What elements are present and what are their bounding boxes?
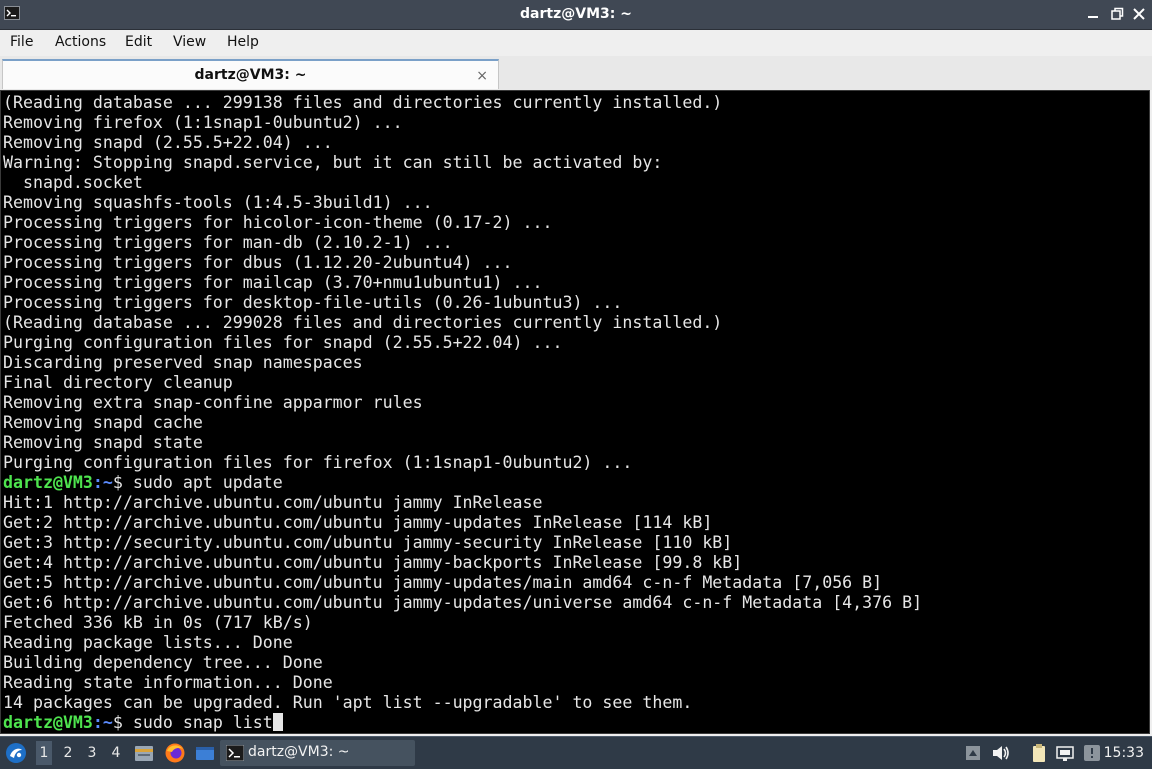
task-label: dartz@VM3: ~ xyxy=(248,744,350,760)
terminal-line: (Reading database ... 299138 files and d… xyxy=(3,93,723,112)
terminal-line: Final directory cleanup xyxy=(3,373,233,392)
menu-help[interactable]: Help xyxy=(227,34,259,50)
prompt-user: dartz@VM3 xyxy=(3,713,93,732)
notification-icon[interactable] xyxy=(1081,742,1103,764)
workspace-2[interactable]: 2 xyxy=(60,745,76,761)
terminal-line: Fetched 336 kB in 0s (717 kB/s) xyxy=(3,613,313,632)
menu-bar: File Actions Edit View Help xyxy=(0,30,1152,56)
tab-label: dartz@VM3: ~ xyxy=(194,67,307,83)
firefox-icon[interactable] xyxy=(164,742,186,764)
tab-bar: dartz@VM3: ~ × xyxy=(0,56,1152,90)
menu-edit[interactable]: Edit xyxy=(125,34,152,50)
terminal-line: Processing triggers for desktop-file-uti… xyxy=(3,293,623,312)
close-icon xyxy=(1133,8,1145,20)
terminal-text: (Reading database ... 299138 files and d… xyxy=(3,93,1133,733)
terminal-line: Building dependency tree... Done xyxy=(3,653,323,672)
terminal-line: (Reading database ... 299028 files and d… xyxy=(3,313,723,332)
taskbar: 1 2 3 4 dartz@VM3: ~ 15:33 xyxy=(0,736,1152,769)
terminal-window: dartz@VM3: ~ File Actions Edit View Help… xyxy=(0,0,1152,736)
prompt-command: sudo snap list xyxy=(132,713,273,732)
terminal-line: Processing triggers for dbus (1.12.20-2u… xyxy=(3,253,513,272)
minimize-icon xyxy=(1088,16,1098,18)
minimize-button[interactable] xyxy=(1084,5,1102,23)
volume-icon[interactable] xyxy=(990,742,1012,764)
terminal-line: Get:2 http://archive.ubuntu.com/ubuntu j… xyxy=(3,513,713,532)
network-icon[interactable] xyxy=(1054,742,1076,764)
terminal-line: Processing triggers for hicolor-icon-the… xyxy=(3,213,553,232)
tab-close-icon[interactable]: × xyxy=(476,68,488,84)
restore-icon xyxy=(1111,7,1124,20)
prompt-line: dartz@VM3:~$ sudo apt update xyxy=(3,473,1133,493)
workspace-1[interactable]: 1 xyxy=(36,741,52,765)
show-desktop-icon[interactable] xyxy=(194,742,216,764)
terminal-line: Removing firefox (1:1snap1-0ubuntu2) ... xyxy=(3,113,403,132)
workspace-3[interactable]: 3 xyxy=(84,745,100,761)
prompt-symbol: $ xyxy=(112,473,133,492)
title-bar[interactable]: dartz@VM3: ~ xyxy=(0,0,1152,30)
terminal-line: Processing triggers for man-db (2.10.2-1… xyxy=(3,233,453,252)
window-title: dartz@VM3: ~ xyxy=(520,6,632,22)
workspace-4[interactable]: 4 xyxy=(108,745,124,761)
terminal-line: Removing extra snap-confine apparmor rul… xyxy=(3,393,423,412)
lubuntu-start-icon[interactable] xyxy=(5,742,27,764)
tab-terminal[interactable]: dartz@VM3: ~ × xyxy=(2,59,499,89)
tray-arrow-icon[interactable] xyxy=(962,742,984,764)
terminal-line: snapd.socket xyxy=(3,173,143,192)
terminal-line: 14 packages can be upgraded. Run 'apt li… xyxy=(3,693,693,712)
clipboard-icon[interactable] xyxy=(1028,742,1050,764)
maximize-button[interactable] xyxy=(1108,5,1126,23)
menu-view[interactable]: View xyxy=(173,34,206,50)
terminal-scrollbar[interactable] xyxy=(1137,91,1149,733)
terminal-line: Hit:1 http://archive.ubuntu.com/ubuntu j… xyxy=(3,493,543,512)
terminal-line: Purging configuration files for firefox … xyxy=(3,453,633,472)
terminal-line: Reading state information... Done xyxy=(3,673,333,692)
clock: 15:33 xyxy=(1103,745,1144,761)
terminal-line: Removing snapd cache xyxy=(3,413,203,432)
prompt-path: :~ xyxy=(92,713,113,732)
terminal-icon xyxy=(226,745,244,761)
prompt-command: sudo apt update xyxy=(132,473,283,492)
terminal-output[interactable]: (Reading database ... 299138 files and d… xyxy=(0,90,1150,734)
terminal-line: Warning: Stopping snapd.service, but it … xyxy=(3,153,663,172)
menu-actions[interactable]: Actions xyxy=(55,34,106,50)
terminal-line: Removing snapd (2.55.5+22.04) ... xyxy=(3,133,333,152)
prompt-symbol: $ xyxy=(112,713,133,732)
prompt-line: dartz@VM3:~$ sudo snap list xyxy=(3,713,1133,733)
terminal-line: Discarding preserved snap namespaces xyxy=(3,353,363,372)
terminal-line: Processing triggers for mailcap (3.70+nm… xyxy=(3,273,543,292)
terminal-line: Get:3 http://security.ubuntu.com/ubuntu … xyxy=(3,533,733,552)
terminal-line: Get:4 http://archive.ubuntu.com/ubuntu j… xyxy=(3,553,743,572)
terminal-line: Removing squashfs-tools (1:4.5-3build1) … xyxy=(3,193,433,212)
taskbar-terminal-task[interactable]: dartz@VM3: ~ xyxy=(220,740,415,766)
text-cursor xyxy=(272,713,283,731)
terminal-line: Reading package lists... Done xyxy=(3,633,293,652)
terminal-line: Removing snapd state xyxy=(3,433,203,452)
prompt-path: :~ xyxy=(92,473,113,492)
prompt-user: dartz@VM3 xyxy=(3,473,93,492)
terminal-line: Get:5 http://archive.ubuntu.com/ubuntu j… xyxy=(3,573,883,592)
terminal-line: Get:6 http://archive.ubuntu.com/ubuntu j… xyxy=(3,593,923,612)
terminal-line: Purging configuration files for snapd (2… xyxy=(3,333,563,352)
menu-file[interactable]: File xyxy=(10,34,33,50)
close-window-button[interactable] xyxy=(1130,5,1148,23)
file-manager-icon[interactable] xyxy=(133,742,155,764)
